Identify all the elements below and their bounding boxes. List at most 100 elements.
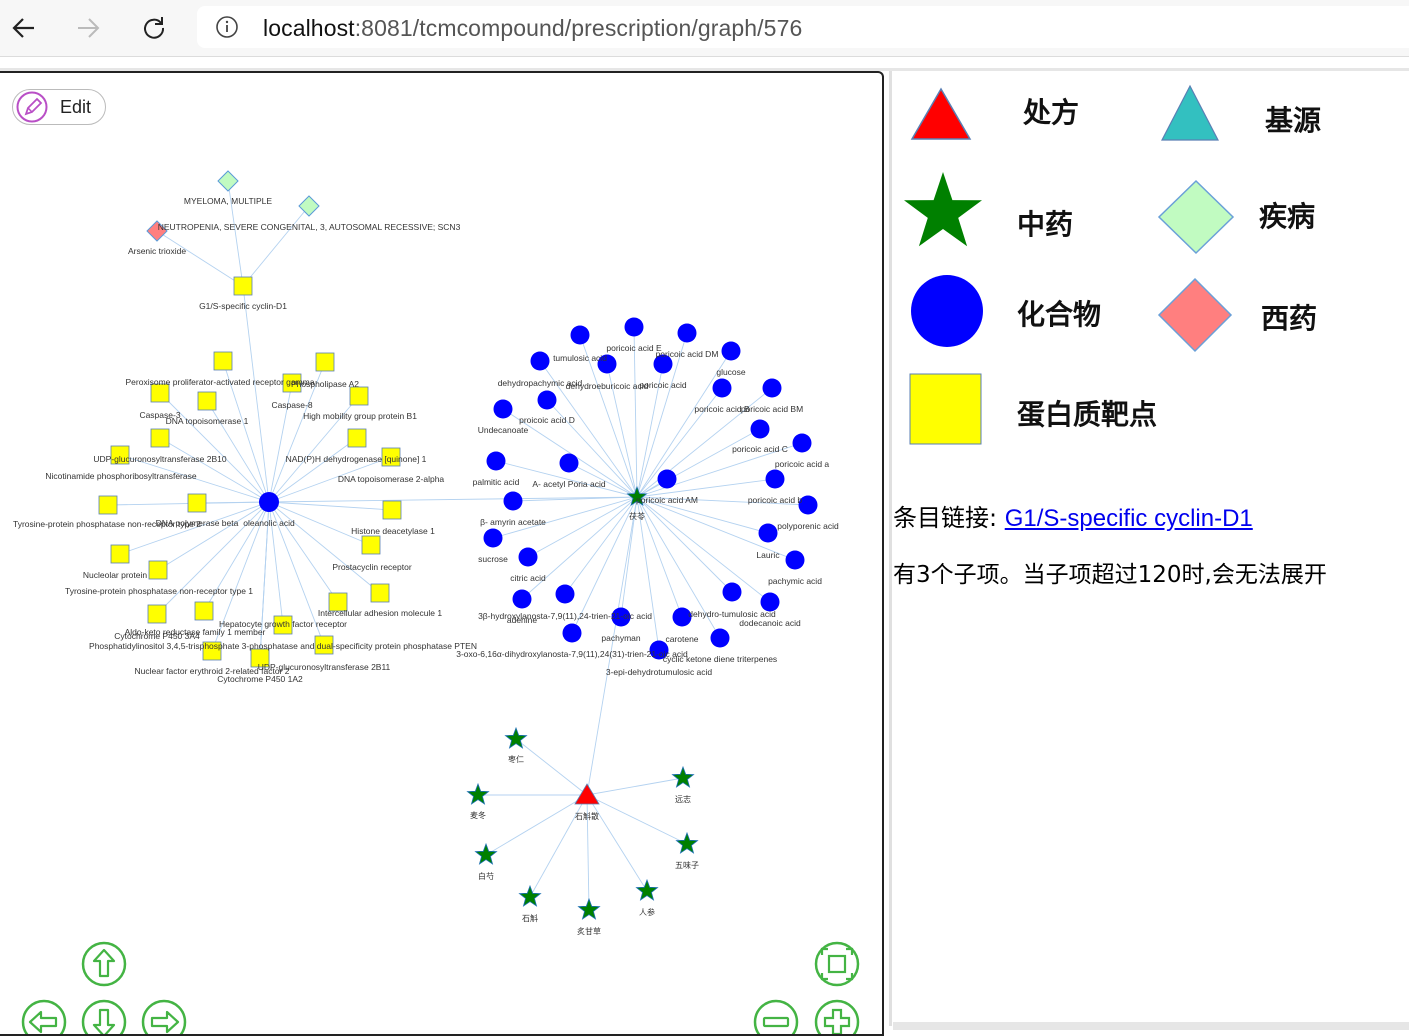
- node-label: Cytochrome P450 1A2: [217, 674, 303, 684]
- protein-node[interactable]: [233, 276, 253, 296]
- herb-node[interactable]: [474, 842, 498, 865]
- protein-node[interactable]: [187, 493, 207, 513]
- graph-edge: [157, 501, 270, 571]
- compound-node[interactable]: [762, 378, 782, 398]
- node-label: Caspase-8: [271, 400, 312, 410]
- compound-node[interactable]: [710, 628, 730, 648]
- compound-node[interactable]: [624, 317, 644, 337]
- node-label: sucrose: [478, 554, 508, 564]
- child-count-text: 有3个子项。当子项超过120时,会无法展开: [893, 562, 1327, 588]
- compound-node[interactable]: [722, 582, 742, 602]
- node-label: 3β-hydroxylanosta-7,9(11),24-trien-21-oi…: [478, 611, 652, 621]
- pan-left-icon[interactable]: [21, 999, 67, 1036]
- graph-panel[interactable]: MYELOMA, MULTIPLE NEUTROPENIA, SEVERE CON…: [0, 71, 884, 1036]
- legend-panel: 处方 基源 中药 疾病 化合物 西药 蛋白质靶点 条目链接: G1/S-spec…: [893, 71, 1409, 1026]
- bottom-divider: [893, 1022, 1409, 1030]
- pan-right-icon[interactable]: [141, 999, 187, 1036]
- protein-node[interactable]: [110, 544, 130, 564]
- node-label: Arsenic trioxide: [128, 246, 186, 256]
- node-label: DNA topoisomerase 1: [166, 416, 249, 426]
- compound-node[interactable]: [677, 323, 697, 343]
- node-label: Prostacyclin receptor: [332, 562, 412, 572]
- network-graph[interactable]: MYELOMA, MULTIPLE NEUTROPENIA, SEVERE CON…: [0, 73, 884, 1036]
- url-text[interactable]: localhost:8081/tcmcompound/prescription/…: [263, 15, 802, 42]
- protein-node[interactable]: [349, 386, 369, 406]
- edit-button[interactable]: Edit: [12, 89, 106, 125]
- compound-node[interactable]: [512, 589, 532, 609]
- node-label: glucose: [716, 367, 746, 377]
- compound-node[interactable]: [555, 584, 575, 604]
- compound-node[interactable]: [785, 550, 805, 570]
- herb-node[interactable]: [466, 782, 490, 805]
- protein-node[interactable]: [98, 495, 118, 515]
- entry-link[interactable]: G1/S-specific cyclin-D1: [1005, 505, 1253, 532]
- protein-node[interactable]: [370, 583, 390, 603]
- compound-node[interactable]: [657, 469, 677, 489]
- graph-labels: MYELOMA, MULTIPLE NEUTROPENIA, SEVERE CON…: [13, 196, 839, 936]
- compound-node[interactable]: [562, 623, 582, 643]
- protein-node[interactable]: [150, 428, 170, 448]
- compound-node[interactable]: [537, 390, 557, 410]
- node-label: Nucleolar protein: [83, 570, 148, 580]
- node-label: UDP-glucuronosyltransferase 2B10: [93, 454, 227, 464]
- disease-node[interactable]: [217, 170, 239, 192]
- node-label: poricoic acid: [639, 380, 687, 390]
- node-label: Peroxisome proliferator-activated recept…: [126, 377, 315, 387]
- prescription-node[interactable]: [574, 783, 600, 805]
- graph-edge: [196, 501, 270, 504]
- herb-node[interactable]: [577, 897, 601, 920]
- herb-node[interactable]: [675, 831, 699, 854]
- compound-node[interactable]: [259, 492, 279, 512]
- node-label: Intercellular adhesion molecule 1: [318, 608, 443, 618]
- protein-node[interactable]: [194, 601, 214, 621]
- compound-node[interactable]: [570, 325, 590, 345]
- legend-label-source: 基源: [1265, 104, 1322, 137]
- compound-node[interactable]: [483, 528, 503, 548]
- herb-node[interactable]: [635, 878, 659, 901]
- compound-node[interactable]: [493, 399, 513, 419]
- protein-node[interactable]: [347, 428, 367, 448]
- protein-node[interactable]: [382, 500, 402, 520]
- compound-node[interactable]: [721, 341, 741, 361]
- zoom-in-icon[interactable]: [814, 999, 860, 1036]
- protein-node[interactable]: [197, 391, 217, 411]
- compound-node[interactable]: [518, 547, 538, 567]
- address-bar[interactable]: localhost:8081/tcmcompound/prescription/…: [197, 6, 1409, 48]
- back-button[interactable]: [2, 6, 46, 50]
- forward-arrow-icon: [78, 18, 100, 38]
- compound-node[interactable]: [758, 523, 778, 543]
- protein-node[interactable]: [361, 535, 381, 555]
- protein-node[interactable]: [148, 560, 168, 580]
- pan-down-icon[interactable]: [81, 999, 127, 1036]
- graph-edge: [156, 230, 244, 287]
- compound-node[interactable]: [486, 451, 506, 471]
- compound-node[interactable]: [712, 378, 732, 398]
- protein-node[interactable]: [315, 352, 335, 372]
- protein-node[interactable]: [213, 351, 233, 371]
- compound-node[interactable]: [765, 469, 785, 489]
- node-label: Tyrosine-protein phosphatase non-recepto…: [65, 586, 253, 596]
- node-label: NAD(P)H dehydrogenase [quinone] 1: [286, 454, 427, 464]
- graph-edge: [527, 496, 638, 558]
- compound-node[interactable]: [530, 351, 550, 371]
- herb-node[interactable]: [671, 765, 695, 788]
- disease-node[interactable]: [298, 195, 320, 217]
- herb-node[interactable]: [518, 884, 542, 907]
- node-label: polyporenic acid: [777, 521, 839, 531]
- reload-button[interactable]: [132, 6, 176, 50]
- compound-node[interactable]: [503, 491, 523, 511]
- node-label: β- amyrin acetate: [480, 517, 546, 527]
- legend-label-disease: 疾病: [1259, 200, 1316, 233]
- node-label: citric acid: [510, 573, 546, 583]
- fit-view-icon[interactable]: [814, 941, 860, 987]
- zoom-out-icon[interactable]: [753, 999, 799, 1036]
- node-label: poricoic acid BM: [741, 404, 803, 414]
- compound-node[interactable]: [750, 419, 770, 439]
- pan-up-icon[interactable]: [81, 941, 127, 987]
- node-label: proicoic acid D: [519, 415, 575, 425]
- forward-button[interactable]: [66, 6, 110, 50]
- compound-node[interactable]: [559, 453, 579, 473]
- protein-node[interactable]: [147, 604, 167, 624]
- compound-node[interactable]: [792, 433, 812, 453]
- graph-nodes: [98, 170, 818, 920]
